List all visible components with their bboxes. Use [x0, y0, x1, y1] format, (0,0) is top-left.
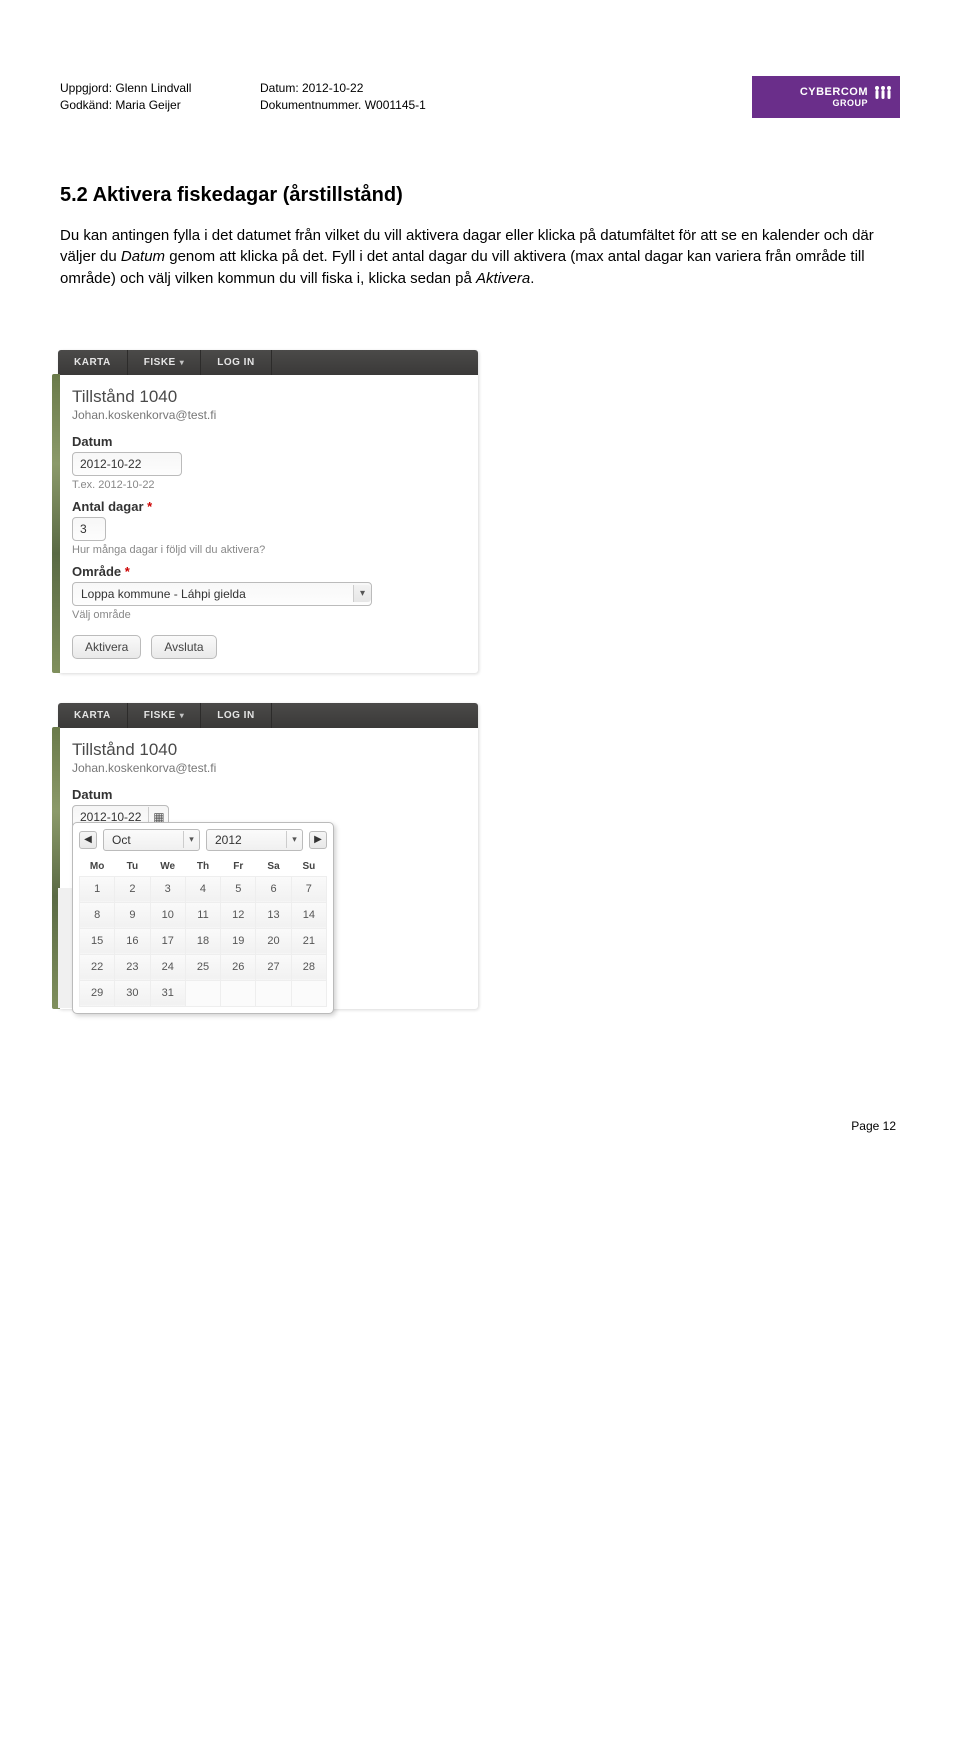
calendar-day[interactable]: 19 — [221, 928, 256, 954]
chevron-down-icon: ▾ — [286, 831, 302, 848]
calendar-day[interactable]: 10 — [150, 902, 185, 928]
calendar-day[interactable]: 28 — [291, 954, 326, 980]
chevron-down-icon: ▾ — [183, 831, 199, 848]
calendar-day[interactable]: 15 — [80, 928, 115, 954]
chevron-down-icon: ▾ — [180, 358, 185, 367]
calendar-day[interactable]: 7 — [291, 876, 326, 902]
calendar-day[interactable]: 30 — [115, 980, 150, 1006]
avsluta-button[interactable]: Avsluta — [151, 635, 216, 659]
label-datum: Datum — [72, 787, 464, 802]
screenshot-permit-form: KARTA FISKE▾ LOG IN Tillstånd 1040 Johan… — [58, 350, 478, 673]
calendar-next-button[interactable]: ▶ — [309, 831, 327, 849]
datum-input[interactable] — [72, 452, 182, 476]
calendar-weekday: Su — [291, 857, 326, 877]
hint-datum: T.ex. 2012-10-22 — [72, 479, 464, 491]
calendar-day[interactable]: 14 — [291, 902, 326, 928]
calendar-day[interactable]: 27 — [256, 954, 291, 980]
nav-fiske[interactable]: FISKE▾ — [128, 350, 201, 375]
logo-text-sub: GROUP — [800, 98, 868, 108]
calendar-day[interactable]: 6 — [256, 876, 291, 902]
calendar-day[interactable]: 8 — [80, 902, 115, 928]
chevron-down-icon: ▾ — [180, 711, 185, 720]
calendar-prev-button[interactable]: ◀ — [79, 831, 97, 849]
calendar-day[interactable]: 4 — [185, 876, 220, 902]
page-footer: Page 12 — [60, 1119, 900, 1133]
calendar-day[interactable]: 26 — [221, 954, 256, 980]
calendar-day[interactable]: 23 — [115, 954, 150, 980]
calendar-day[interactable]: 5 — [221, 876, 256, 902]
app-nav: KARTA FISKE▾ LOG IN — [58, 350, 478, 375]
calendar-day[interactable]: 1 — [80, 876, 115, 902]
calendar-day[interactable]: 21 — [291, 928, 326, 954]
calendar-day[interactable]: 18 — [185, 928, 220, 954]
nav-fiske[interactable]: FISKE▾ — [128, 703, 201, 728]
section-body: Du kan antingen fylla i det datumet från… — [60, 225, 900, 290]
app-nav: KARTA FISKE▾ LOG IN — [58, 703, 478, 728]
omrade-select[interactable]: Loppa kommune - Láhpi gielda ▾ — [72, 582, 372, 606]
calendar-day[interactable]: 3 — [150, 876, 185, 902]
calendar-day[interactable]: 22 — [80, 954, 115, 980]
calendar-weekday: Mo — [80, 857, 115, 877]
omrade-selected: Loppa kommune - Láhpi gielda — [73, 583, 353, 605]
logo-text-main: CYBERCOM — [800, 86, 868, 98]
permit-title: Tillstånd 1040 — [72, 387, 464, 407]
nature-accent — [52, 374, 60, 673]
calendar-weekday: We — [150, 857, 185, 877]
label-omrade: Område * — [72, 564, 464, 579]
calendar-day[interactable]: 12 — [221, 902, 256, 928]
calendar-day[interactable]: 13 — [256, 902, 291, 928]
people-icon — [872, 84, 894, 110]
calendar-day-blank — [221, 980, 256, 1006]
calendar-weekday: Tu — [115, 857, 150, 877]
hint-antal: Hur många dagar i följd vill du aktivera… — [72, 544, 464, 556]
nav-login[interactable]: LOG IN — [201, 703, 271, 728]
document-header: CYBERCOM GROUP Uppgjord: Glenn Lindvall … — [60, 80, 900, 114]
permit-title: Tillstånd 1040 — [72, 740, 464, 760]
calendar-day-blank — [185, 980, 220, 1006]
calendar-year-select[interactable]: 2012 ▾ — [206, 829, 303, 851]
calendar-grid: MoTuWeThFrSaSu 1234567891011121314151617… — [79, 857, 327, 1007]
aktivera-button[interactable]: Aktivera — [72, 635, 141, 659]
calendar-day[interactable]: 20 — [256, 928, 291, 954]
calendar-month-select[interactable]: Oct ▾ — [103, 829, 200, 851]
chevron-down-icon: ▾ — [353, 585, 371, 602]
label-antal: Antal dagar * — [72, 499, 464, 514]
calendar-day[interactable]: 16 — [115, 928, 150, 954]
calendar-day[interactable]: 9 — [115, 902, 150, 928]
calendar-day[interactable]: 11 — [185, 902, 220, 928]
calendar-day[interactable]: 2 — [115, 876, 150, 902]
screenshot-permit-calendar: KARTA FISKE▾ LOG IN Tillstånd 1040 Johan… — [58, 703, 478, 1009]
calendar-weekday: Sa — [256, 857, 291, 877]
calendar-popup: ◀ Oct ▾ 2012 ▾ ▶ MoTuWeThFrSaSu 12345678… — [72, 822, 334, 1014]
meta-date: Datum: 2012-10-22 Dokumentnummer. W00114… — [260, 80, 460, 114]
calendar-day[interactable]: 17 — [150, 928, 185, 954]
nav-karta[interactable]: KARTA — [58, 703, 128, 728]
cybercom-logo: CYBERCOM GROUP — [752, 76, 900, 118]
calendar-day[interactable]: 25 — [185, 954, 220, 980]
calendar-day-blank — [256, 980, 291, 1006]
nav-login[interactable]: LOG IN — [201, 350, 271, 375]
meta-author: Uppgjord: Glenn Lindvall Godkänd: Maria … — [60, 80, 260, 114]
calendar-weekday: Th — [185, 857, 220, 877]
hint-omrade: Välj område — [72, 609, 464, 621]
nav-karta[interactable]: KARTA — [58, 350, 128, 375]
calendar-day[interactable]: 24 — [150, 954, 185, 980]
calendar-day[interactable]: 29 — [80, 980, 115, 1006]
calendar-weekday: Fr — [221, 857, 256, 877]
calendar-day[interactable]: 31 — [150, 980, 185, 1006]
antal-input[interactable] — [72, 517, 106, 541]
label-datum: Datum — [72, 434, 464, 449]
section-heading: 5.2 Aktivera fiskedagar (årstillstånd) — [60, 184, 900, 207]
permit-email: Johan.koskenkorva@test.fi — [72, 761, 464, 775]
calendar-day-blank — [291, 980, 326, 1006]
permit-email: Johan.koskenkorva@test.fi — [72, 408, 464, 422]
